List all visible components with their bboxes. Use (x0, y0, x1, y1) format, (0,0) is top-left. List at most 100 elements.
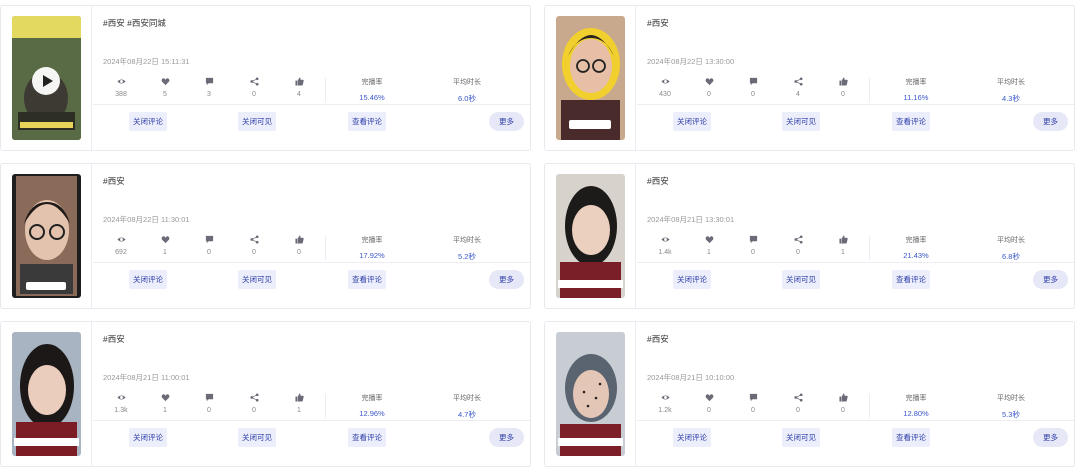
close-visibility-button[interactable]: 关闭可见 (782, 112, 820, 131)
comments-stat: 0 (189, 234, 229, 256)
thumbnail-image (556, 16, 625, 140)
views-stat: 692 (101, 234, 141, 256)
avg-duration: 平均时长 5.3秒 (997, 395, 1025, 419)
heart-icon (145, 392, 185, 404)
thumbs-stat: 0 (279, 234, 319, 256)
likes-stat: 1 (689, 234, 729, 256)
thumbnail-area (545, 6, 636, 150)
more-button[interactable]: 更多 (1033, 428, 1068, 447)
video-tags[interactable]: #西安 #西安同城 (103, 17, 166, 29)
video-tags[interactable]: #西安 (647, 175, 669, 187)
more-button[interactable]: 更多 (489, 270, 524, 289)
comments-stat: 3 (189, 76, 229, 98)
publish-time: 2024年08月22日 11:30:01 (103, 215, 190, 224)
close-comments-button[interactable]: 关闭评论 (129, 270, 167, 289)
view-comments-button[interactable]: 查看评论 (892, 428, 930, 447)
video-tags[interactable]: #西安 (647, 333, 669, 345)
comment-icon (189, 76, 229, 88)
views-stat: 1.2k (645, 392, 685, 414)
close-comments-button[interactable]: 关闭评论 (129, 112, 167, 131)
thumbs-stat: 0 (823, 76, 863, 98)
eye-icon (101, 76, 141, 88)
more-button[interactable]: 更多 (1033, 112, 1068, 131)
shares-stat: 0 (234, 392, 274, 414)
close-comments-button[interactable]: 关闭评论 (129, 428, 167, 447)
thumbs-stat: 0 (823, 392, 863, 414)
share-icon (234, 392, 274, 404)
stats-divider (869, 394, 870, 418)
completion-rate: 完播率 21.43% (903, 237, 929, 260)
view-comments-button[interactable]: 查看评论 (892, 270, 930, 289)
shares-stat: 0 (234, 234, 274, 256)
action-divider (93, 420, 530, 421)
video-thumbnail[interactable] (12, 174, 81, 298)
close-comments-button[interactable]: 关闭评论 (673, 112, 711, 131)
video-tags[interactable]: #西安 (647, 17, 669, 29)
heart-icon (689, 76, 729, 88)
close-visibility-button[interactable]: 关闭可见 (238, 270, 276, 289)
eye-icon (645, 234, 685, 246)
thumbs-stat: 1 (823, 234, 863, 256)
video-thumbnail[interactable] (556, 16, 625, 140)
video-tags[interactable]: #西安 (103, 175, 125, 187)
publish-time: 2024年08月21日 11:00:01 (103, 373, 190, 382)
comments-stat: 0 (733, 392, 773, 414)
avg-duration: 平均时长 4.3秒 (997, 79, 1025, 103)
thumbs-up-icon (823, 234, 863, 246)
close-visibility-button[interactable]: 关闭可见 (238, 428, 276, 447)
view-comments-button[interactable]: 查看评论 (348, 428, 386, 447)
comments-stat: 0 (189, 392, 229, 414)
view-comments-button[interactable]: 查看评论 (348, 112, 386, 131)
avg-duration: 平均时长 6.8秒 (997, 237, 1025, 261)
video-thumbnail[interactable] (12, 16, 81, 140)
heart-icon (145, 234, 185, 246)
video-info: #西安 2024年08月22日 11:30:01 692 1 0 0 0 完播率… (93, 164, 530, 308)
completion-rate: 完播率 17.92% (359, 237, 385, 260)
likes-stat: 1 (145, 392, 185, 414)
shares-stat: 4 (778, 76, 818, 98)
publish-time: 2024年08月21日 10:10:00 (647, 373, 735, 382)
shares-stat: 0 (778, 234, 818, 256)
video-thumbnail[interactable] (556, 174, 625, 298)
close-comments-button[interactable]: 关闭评论 (673, 428, 711, 447)
comment-icon (733, 76, 773, 88)
thumbnail-area (1, 6, 92, 150)
view-comments-button[interactable]: 查看评论 (348, 270, 386, 289)
thumbs-up-icon (823, 392, 863, 404)
more-button[interactable]: 更多 (489, 112, 524, 131)
thumbnail-image (12, 174, 81, 298)
eye-icon (645, 76, 685, 88)
heart-icon (689, 234, 729, 246)
completion-rate: 完播率 15.46% (359, 79, 385, 102)
heart-icon (145, 76, 185, 88)
close-comments-button[interactable]: 关闭评论 (673, 270, 711, 289)
comment-icon (189, 234, 229, 246)
thumbs-stat: 1 (279, 392, 319, 414)
eye-icon (101, 392, 141, 404)
video-info: #西安 #西安同城 2024年08月22日 15:11:31 388 5 3 0… (93, 6, 530, 150)
views-stat: 1.4k (645, 234, 685, 256)
close-visibility-button[interactable]: 关闭可见 (238, 112, 276, 131)
view-comments-button[interactable]: 查看评论 (892, 112, 930, 131)
video-thumbnail[interactable] (12, 332, 81, 456)
completion-rate: 完播率 12.96% (359, 395, 385, 418)
video-card: #西安 2024年08月22日 11:30:01 692 1 0 0 0 完播率… (0, 163, 531, 309)
share-icon (778, 76, 818, 88)
share-icon (234, 234, 274, 246)
comment-icon (733, 392, 773, 404)
publish-time: 2024年08月22日 15:11:31 (103, 57, 190, 66)
heart-icon (689, 392, 729, 404)
video-tags[interactable]: #西安 (103, 333, 125, 345)
video-thumbnail[interactable] (556, 332, 625, 456)
views-stat: 430 (645, 76, 685, 98)
likes-stat: 5 (145, 76, 185, 98)
thumbs-up-icon (279, 76, 319, 88)
more-button[interactable]: 更多 (1033, 270, 1068, 289)
close-visibility-button[interactable]: 关闭可见 (782, 428, 820, 447)
more-button[interactable]: 更多 (489, 428, 524, 447)
comments-stat: 0 (733, 234, 773, 256)
comments-stat: 0 (733, 76, 773, 98)
play-icon[interactable] (32, 67, 60, 95)
close-visibility-button[interactable]: 关闭可见 (782, 270, 820, 289)
action-divider (637, 104, 1074, 105)
